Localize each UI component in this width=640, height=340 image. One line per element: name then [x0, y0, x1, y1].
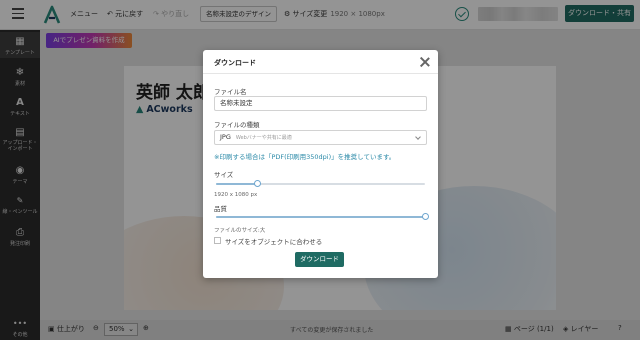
chevron-down-icon	[415, 134, 421, 140]
dialog-header: ダウンロード	[203, 50, 438, 74]
file-name-input[interactable]: 名称未設定	[214, 96, 427, 111]
fit-object-label[interactable]: サイズをオブジェクトに合わせる	[225, 236, 322, 246]
file-type-hint: Webバナーや共有に最適	[235, 135, 292, 141]
size-slider-thumb[interactable]	[254, 180, 262, 187]
quality-slider[interactable]	[216, 213, 429, 220]
fit-object-checkbox[interactable]	[214, 237, 221, 244]
size-slider-fill	[216, 183, 258, 185]
size-slider[interactable]	[216, 180, 425, 187]
download-dialog: ダウンロード ファイル名 名称未設定 ファイルの種類 JPG Webバナーや共有に…	[203, 50, 438, 278]
file-type-value: JPG	[220, 133, 231, 141]
file-type-label: ファイルの種類	[214, 121, 260, 129]
dialog-title: ダウンロード	[214, 59, 256, 67]
print-note: ※印刷する場合は「PDF(印刷用350dpi)」を推奨しています。	[214, 153, 396, 161]
size-value: 1920 x 1080 px	[214, 192, 258, 198]
file-name-label: ファイル名	[214, 88, 247, 96]
download-button[interactable]: ダウンロード	[295, 252, 344, 267]
close-icon[interactable]	[419, 56, 431, 68]
file-size-label: ファイルのサイズ:大	[214, 228, 266, 234]
size-label: サイズ	[214, 171, 234, 179]
quality-slider-fill	[216, 216, 425, 218]
file-type-select[interactable]: JPG Webバナーや共有に最適	[214, 130, 427, 145]
quality-slider-thumb[interactable]	[421, 213, 429, 220]
quality-label: 品質	[214, 205, 227, 213]
